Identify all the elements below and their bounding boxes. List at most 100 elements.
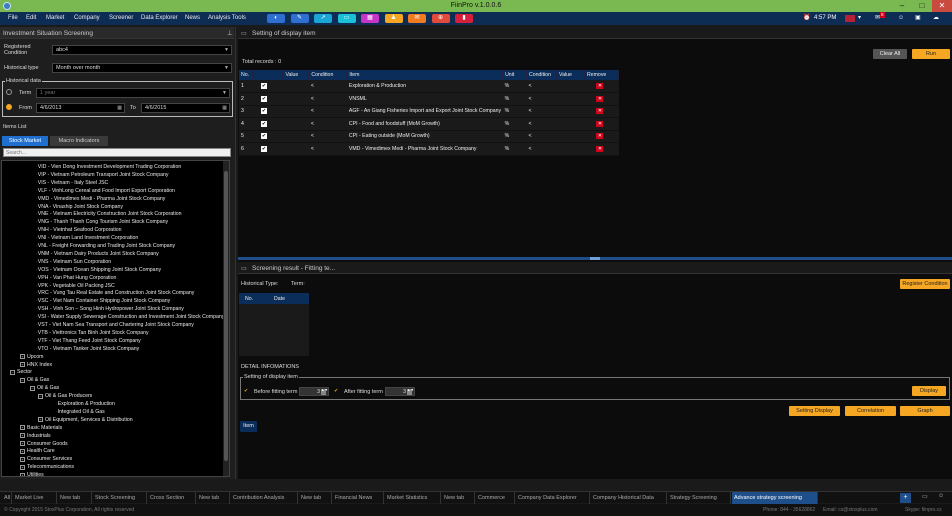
- row-condition[interactable]: <: [308, 80, 347, 93]
- row-condition-2[interactable]: <: [526, 142, 557, 156]
- workspace-tab[interactable]: Cross Section: [148, 492, 196, 504]
- table-row[interactable]: 2 ✔ < VNSML% < ✕: [239, 92, 619, 106]
- workspace-tab[interactable]: Commerce: [476, 492, 515, 504]
- tree-item[interactable]: − Oil & Gas: [30, 384, 59, 392]
- menu-edit[interactable]: Edit: [26, 15, 36, 21]
- tree-item[interactable]: + Oil Equipment, Services & Distribution: [38, 416, 133, 424]
- row-condition-2[interactable]: <: [526, 92, 557, 106]
- remove-icon[interactable]: ✕: [596, 95, 604, 102]
- close-button[interactable]: ✕: [932, 0, 952, 12]
- menu-data-explorer[interactable]: Data Explorer: [141, 15, 178, 21]
- tree-item[interactable]: + Basic Materials: [20, 424, 62, 432]
- row-checkbox[interactable]: ✔: [252, 80, 283, 93]
- registered-condition-select[interactable]: abc4 ▼: [52, 45, 232, 55]
- tree-item[interactable]: ·VNE - Vietnam Electricity Construction …: [36, 210, 182, 218]
- row-condition-2[interactable]: <: [526, 130, 557, 143]
- menu-market[interactable]: Market: [46, 15, 64, 21]
- expand-icon[interactable]: +: [20, 448, 25, 454]
- col-item[interactable]: Item: [346, 70, 504, 80]
- tree-item[interactable]: + Consumer Goods: [20, 440, 68, 448]
- tree-item[interactable]: ·VNM - Vietnam Dairy Products Joint Stoc…: [36, 250, 159, 258]
- add-tab-icon[interactable]: +: [900, 493, 911, 503]
- tree-item[interactable]: + Health Care: [20, 447, 55, 455]
- from-radio[interactable]: [6, 104, 12, 110]
- stepper-arrows-icon[interactable]: ▲▼: [407, 388, 414, 395]
- tree-item[interactable]: ·VTB - Viettronics Tan Binh Joint Stock …: [36, 329, 149, 337]
- tree-item[interactable]: − Sector: [10, 368, 32, 376]
- line-chart-tool-button[interactable]: ↗: [314, 14, 332, 23]
- workspace-tab[interactable]: Financial News: [333, 492, 384, 504]
- person-icon[interactable]: ☺: [938, 493, 944, 499]
- row-condition[interactable]: <: [308, 105, 347, 118]
- expand-icon[interactable]: +: [20, 433, 25, 439]
- splitter[interactable]: [238, 257, 952, 260]
- historical-type-select[interactable]: Month over month ▼: [52, 63, 232, 73]
- workspace-tab[interactable]: New tab: [299, 492, 332, 504]
- correlation-button[interactable]: Correlation: [845, 406, 896, 416]
- expand-icon[interactable]: +: [20, 441, 25, 446]
- tree-item[interactable]: ·VID - Vien Dong Investment Development …: [36, 163, 181, 171]
- tree-item[interactable]: + Consumer Services: [20, 455, 72, 463]
- row-remove[interactable]: ✕: [584, 117, 619, 131]
- layout-icon[interactable]: ▣: [915, 13, 921, 24]
- window-icon[interactable]: ▭: [922, 493, 928, 500]
- bar-chart-tool-button[interactable]: ▮: [455, 14, 473, 23]
- expand-icon[interactable]: +: [20, 472, 25, 476]
- target-tool-button[interactable]: ⊕: [431, 14, 450, 23]
- tree-scrollbar[interactable]: [223, 161, 229, 476]
- row-checkbox[interactable]: ✔: [252, 142, 283, 156]
- col-value-2[interactable]: Value: [556, 70, 585, 80]
- tree-item[interactable]: ·VNA - Vinaship Joint Stock Company: [36, 203, 123, 211]
- monitor-tool-button[interactable]: ▭: [337, 14, 356, 23]
- tree-item[interactable]: ·VTO - Vietnam Tanker Joint Stock Compan…: [36, 345, 139, 353]
- expand-icon[interactable]: +: [38, 417, 43, 423]
- row-condition-2[interactable]: <: [526, 105, 557, 118]
- tree-item[interactable]: ·VIP - Vietnam Petroleum Transport Joint…: [36, 171, 168, 179]
- news-tool-button[interactable]: ✉: [408, 14, 426, 23]
- finance-tool-button[interactable]: ✎: [290, 14, 309, 23]
- checkbox-icon[interactable]: ✔: [260, 133, 267, 140]
- stepper-arrows-icon[interactable]: ▲▼: [321, 388, 328, 395]
- tree-item[interactable]: + Telecommunications: [20, 463, 74, 471]
- workspace-tab[interactable]: Stock Screening: [93, 492, 147, 504]
- table-row[interactable]: 3 ✔ < AGF - An Giang Fisheries Import and E…: [239, 105, 619, 118]
- people-tool-button[interactable]: ♟: [384, 14, 403, 23]
- row-remove[interactable]: ✕: [584, 105, 619, 118]
- alarm-icon[interactable]: ⏰: [803, 13, 810, 24]
- checkbox-icon[interactable]: ✔: [260, 95, 267, 102]
- workspace-tab[interactable]: Market Statistics: [385, 492, 441, 504]
- item-tab[interactable]: Item: [240, 421, 257, 432]
- menu-file[interactable]: File: [8, 15, 18, 21]
- tree-item[interactable]: + Industrials: [20, 432, 51, 440]
- language-dropdown-icon[interactable]: ▾: [858, 13, 861, 24]
- expand-icon[interactable]: +: [20, 425, 25, 431]
- tree-item[interactable]: ·VLF - VinhLong Cereal and Food Import E…: [36, 187, 175, 195]
- row-checkbox[interactable]: ✔: [252, 130, 283, 143]
- tab-macro-indicators[interactable]: Macro Indicators: [50, 136, 108, 146]
- tree-item[interactable]: ·VMD - Vimedimex Medi - Pharma Joint Sto…: [36, 195, 165, 203]
- tree-item[interactable]: + Upcom: [20, 353, 43, 361]
- row-remove[interactable]: ✕: [584, 130, 619, 143]
- chat-icon[interactable]: ☁: [933, 13, 939, 24]
- tree-item[interactable]: ·VNI - Vietnam Land Investment Corporati…: [36, 234, 138, 242]
- user-icon[interactable]: ☺: [898, 13, 904, 24]
- workspace-tab[interactable]: Company Historical Data: [591, 492, 667, 504]
- graph-button[interactable]: Graph: [900, 406, 950, 416]
- row-checkbox[interactable]: ✔: [252, 92, 283, 106]
- tree-item[interactable]: ·VSC - Viet Nam Container Shipping Joint…: [36, 297, 170, 305]
- workspace-tab[interactable]: New tab: [58, 492, 92, 504]
- row-condition[interactable]: <: [308, 117, 347, 131]
- tab-stock-market[interactable]: Stock Market: [2, 136, 48, 146]
- row-condition-2[interactable]: <: [526, 117, 557, 131]
- scrollbar-thumb[interactable]: [224, 171, 228, 461]
- row-checkbox[interactable]: ✔: [252, 105, 283, 118]
- row-condition[interactable]: <: [308, 142, 347, 156]
- setting-display-button[interactable]: Setting Display: [789, 406, 840, 416]
- workspace-tab[interactable]: Market Live: [13, 492, 57, 504]
- before-fitting-stepper[interactable]: 3 ▲▼: [299, 387, 329, 396]
- tree-item[interactable]: ·VPK - Vegetable Oil Packing JSC: [36, 282, 115, 290]
- tree-item[interactable]: ·VNS - Vietnam Sun Corporation: [36, 258, 111, 266]
- row-condition[interactable]: <: [308, 92, 347, 106]
- to-date-input[interactable]: 4/6/2015 ▦: [141, 103, 230, 113]
- workspace-tab[interactable]: Company Data Explorer: [516, 492, 590, 504]
